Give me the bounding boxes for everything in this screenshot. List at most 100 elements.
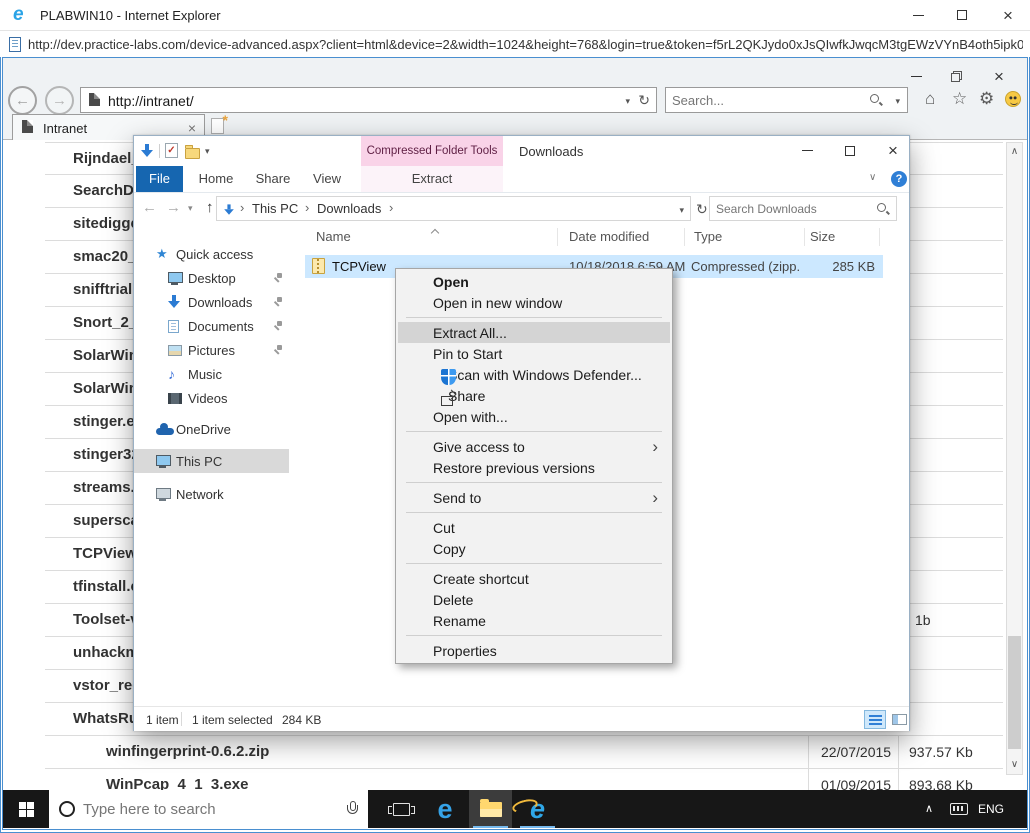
internet-explorer-button[interactable]: e <box>510 790 559 828</box>
large-icons-view-button[interactable] <box>889 710 911 729</box>
sidebar-item-documents[interactable]: Documents <box>134 314 294 338</box>
browser-search-box[interactable]: ▾ <box>665 87 908 113</box>
tab-close-icon[interactable]: × <box>188 120 196 136</box>
refresh-icon[interactable]: ↻ <box>696 201 708 218</box>
taskbar-search-box[interactable] <box>49 790 368 828</box>
restore-button[interactable] <box>938 64 974 88</box>
back-arrow-icon[interactable]: ← <box>142 199 157 216</box>
file-link[interactable]: Rijndael_ <box>73 150 140 167</box>
tab-extract[interactable]: Extract <box>361 166 503 192</box>
taskbar-search-input[interactable] <box>83 790 346 828</box>
tab-home[interactable]: Home <box>192 166 240 192</box>
column-divider[interactable] <box>879 228 880 246</box>
file-link[interactable]: tfinstall.e <box>73 578 139 595</box>
file-link[interactable]: WhatsRu <box>73 710 138 727</box>
language-indicator[interactable]: ENG <box>978 802 1004 816</box>
column-date-modified[interactable]: Date modified <box>569 229 649 244</box>
column-divider[interactable] <box>557 228 558 246</box>
forward-button[interactable]: → <box>45 86 74 115</box>
tab-view[interactable]: View <box>304 166 350 192</box>
qat-customize-icon[interactable]: ▾ <box>205 146 210 157</box>
menu-item-extract-all[interactable]: Extract All... <box>398 322 670 343</box>
explorer-search-box[interactable] <box>709 196 897 221</box>
close-button[interactable]: × <box>986 0 1030 30</box>
menu-item-copy[interactable]: Copy <box>398 538 670 559</box>
maximize-button[interactable] <box>832 137 868 164</box>
menu-item-pin-to-start[interactable]: Pin to Start <box>398 343 670 364</box>
menu-item-create-shortcut[interactable]: Create shortcut <box>398 568 670 589</box>
column-name[interactable]: Name <box>316 229 351 244</box>
details-view-button[interactable] <box>864 710 886 729</box>
start-button[interactable] <box>3 790 49 828</box>
sidebar-item-network[interactable]: Network <box>134 482 294 506</box>
qat-new-folder-icon[interactable] <box>185 145 200 159</box>
breadcrumb-bar[interactable]: › This PC › Downloads › ▾ <box>216 196 691 221</box>
tab-file[interactable]: File <box>136 166 183 192</box>
breadcrumb-dropdown-icon[interactable]: ▾ <box>679 205 684 216</box>
column-divider[interactable] <box>684 228 685 246</box>
scroll-up-icon[interactable]: ∧ <box>1007 143 1022 161</box>
page-scrollbar[interactable]: ∧ ∨ <box>1006 142 1023 775</box>
help-icon[interactable]: ? <box>891 171 907 187</box>
task-view-button[interactable] <box>381 790 421 828</box>
column-size[interactable]: Size <box>810 229 835 244</box>
explorer-search-input[interactable] <box>710 197 896 220</box>
close-button[interactable]: × <box>875 137 911 164</box>
menu-item-open[interactable]: Open <box>398 271 670 292</box>
minimize-button[interactable] <box>789 137 825 164</box>
microphone-icon[interactable] <box>346 800 358 818</box>
breadcrumb-chevron-icon[interactable]: › <box>305 200 309 215</box>
sidebar-item-onedrive[interactable]: OneDrive <box>134 417 294 441</box>
menu-item-delete[interactable]: Delete <box>398 589 670 610</box>
file-link[interactable]: winfingerprint-0.6.2.zip <box>106 743 269 760</box>
menu-item-share[interactable]: Share <box>398 385 670 406</box>
qat-properties-icon[interactable]: ✓ <box>165 143 178 158</box>
search-icon[interactable] <box>870 94 883 107</box>
file-link[interactable]: SolarWin <box>73 347 138 364</box>
file-link[interactable]: sitedigge <box>73 215 139 232</box>
address-url[interactable]: http://dev.practice-labs.com/device-adva… <box>28 37 1023 52</box>
sidebar-item-quick-access[interactable]: ★ Quick access <box>134 242 294 266</box>
new-tab-button[interactable] <box>211 112 228 134</box>
feedback-smiley-icon[interactable] <box>1005 91 1021 107</box>
back-button[interactable]: ← <box>8 86 37 115</box>
column-type[interactable]: Type <box>694 229 722 244</box>
menu-item-restore-previous-versions[interactable]: Restore previous versions <box>398 457 670 478</box>
menu-item-open-with[interactable]: Open with... <box>398 406 670 427</box>
sidebar-item-music[interactable]: ♪ Music <box>134 362 294 386</box>
edge-button[interactable]: e <box>425 790 465 828</box>
menu-item-properties[interactable]: Properties <box>398 640 670 661</box>
menu-item-give-access-to[interactable]: Give access to › <box>398 436 670 457</box>
settings-gear-icon[interactable]: ⚙ <box>979 89 994 109</box>
search-icon[interactable] <box>877 203 890 216</box>
scroll-down-icon[interactable]: ∨ <box>1007 756 1022 774</box>
menu-item-cut[interactable]: Cut <box>398 517 670 538</box>
file-link[interactable]: TCPView <box>73 545 137 562</box>
ribbon-collapse-icon[interactable]: ∨ <box>869 172 876 183</box>
address-url[interactable]: http://intranet/ <box>108 93 194 109</box>
menu-item-scan-with-windows-defender[interactable]: Scan with Windows Defender... <box>398 364 670 385</box>
outer-address-bar[interactable]: http://dev.practice-labs.com/device-adva… <box>0 30 1030 57</box>
breadcrumb-chevron-icon[interactable]: › <box>240 200 244 215</box>
maximize-button[interactable] <box>940 0 984 30</box>
menu-item-open-in-new-window[interactable]: Open in new window <box>398 292 670 313</box>
minimize-button[interactable] <box>898 64 934 88</box>
address-bar[interactable]: http://intranet/ ▾ ↻ <box>80 87 657 113</box>
file-link[interactable]: WinPcap_4_1_3.exe <box>106 776 248 790</box>
scrollbar-thumb[interactable] <box>1008 636 1021 749</box>
sidebar-item-desktop[interactable]: Desktop <box>134 266 294 290</box>
sidebar-item-pictures[interactable]: Pictures <box>134 338 294 362</box>
breadcrumb-chevron-icon[interactable]: › <box>389 200 393 215</box>
touch-keyboard-icon[interactable] <box>950 803 968 815</box>
tab-share[interactable]: Share <box>248 166 298 192</box>
file-link[interactable]: unhackm <box>73 644 139 661</box>
close-button[interactable]: × <box>981 64 1017 88</box>
file-explorer-button[interactable] <box>469 790 512 828</box>
file-link[interactable]: SolarWin <box>73 380 138 397</box>
breadcrumb-this-pc[interactable]: This PC <box>252 201 298 216</box>
tray-chevron-icon[interactable]: ∧ <box>925 802 933 815</box>
favorites-star-icon[interactable]: ☆ <box>952 89 967 109</box>
address-dropdown-icon[interactable]: ▾ <box>625 96 630 107</box>
file-name[interactable]: TCPView <box>332 259 386 274</box>
file-link[interactable]: vstor_red <box>73 677 141 694</box>
